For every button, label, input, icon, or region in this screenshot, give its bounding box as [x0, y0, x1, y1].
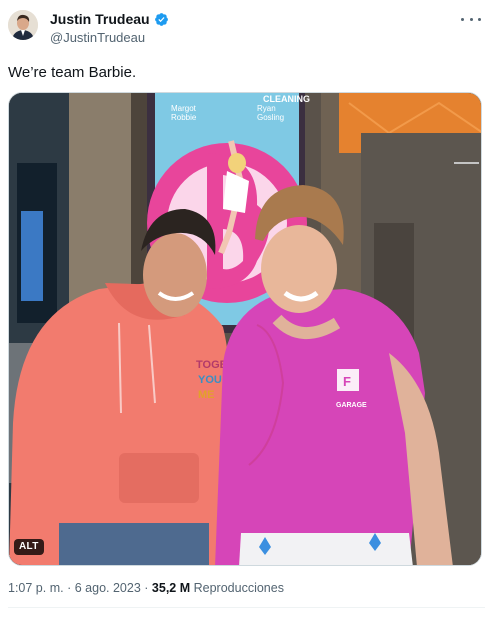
author-handle[interactable]: @JustinTrudeau: [50, 30, 145, 46]
divider: [8, 607, 485, 608]
views-label[interactable]: Reproducciones: [194, 581, 284, 595]
poster-name-left-1: Margot: [171, 104, 197, 113]
views-count: 35,2 M: [151, 581, 191, 595]
author-display-name[interactable]: Justin Trudeau: [50, 11, 150, 28]
poster-name-right-1: Ryan: [257, 104, 276, 113]
verified-badge-icon: [154, 12, 169, 27]
poster-top-text: CLEANING: [263, 94, 310, 104]
meta-separator: ·: [67, 581, 72, 595]
tweet-date[interactable]: 6 ago. 2023: [75, 581, 141, 595]
tweet-time[interactable]: 1:07 p. m.: [8, 581, 64, 595]
svg-text:ME: ME: [198, 389, 215, 401]
avatar-image: [8, 10, 38, 40]
avatar[interactable]: [8, 10, 38, 40]
more-options-icon[interactable]: [461, 12, 481, 26]
svg-text:YOU: YOU: [198, 374, 222, 386]
shirt-print: GARAGE: [336, 402, 367, 409]
tweet-photo[interactable]: Margot Robbie Ryan Gosling CLEANING TOGE…: [8, 92, 482, 566]
poster-name-left-2: Robbie: [171, 113, 197, 122]
meta-separator-2: ·: [144, 581, 149, 595]
alt-text-badge[interactable]: ALT: [14, 539, 44, 555]
author-name-row: Justin Trudeau: [50, 11, 169, 28]
photo-illustration: Margot Robbie Ryan Gosling CLEANING TOGE…: [9, 93, 481, 565]
tweet-text: We’re team Barbie.: [8, 64, 137, 81]
tweet-card: Justin Trudeau @JustinTrudeau We’re team…: [0, 0, 493, 620]
svg-text:F: F: [343, 374, 351, 389]
hoodie-print: TOGE: [196, 359, 227, 371]
poster-name-right-2: Gosling: [257, 113, 284, 122]
tweet-meta: 1:07 p. m. · 6 ago. 2023 · 35,2 M Reprod…: [8, 580, 284, 596]
